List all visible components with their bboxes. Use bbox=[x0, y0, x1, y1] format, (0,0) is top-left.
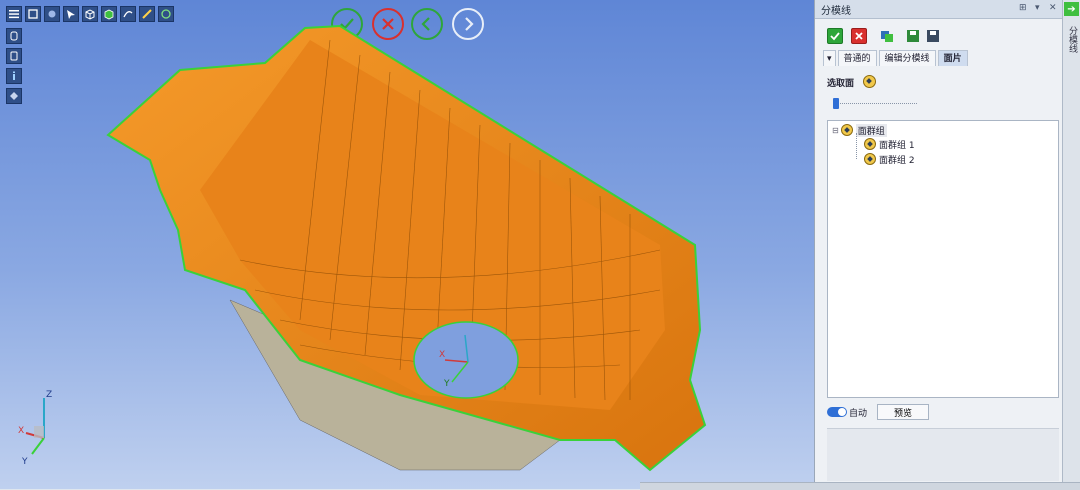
panel-title: 分模线 bbox=[821, 5, 851, 17]
face-group-icon bbox=[864, 138, 876, 150]
face-group-tree[interactable]: ⊟ 面群组 面群组 1 面群组 2 bbox=[827, 120, 1059, 398]
tab-normal[interactable]: 普通的 bbox=[837, 50, 877, 66]
auto-label: 自动 bbox=[849, 409, 868, 419]
dropdown-icon[interactable]: ▾ bbox=[1035, 3, 1040, 13]
close-icon[interactable]: ✕ bbox=[1049, 3, 1057, 13]
swap-icon[interactable] bbox=[879, 28, 895, 44]
sidebar-tab-parting-line[interactable]: 分模线 bbox=[1067, 26, 1077, 53]
triad-z-label: Z bbox=[46, 390, 53, 400]
tab-patch[interactable]: 面片 bbox=[937, 50, 968, 66]
panel-footer-area bbox=[827, 428, 1059, 481]
tree-root[interactable]: ⊟ 面群组 bbox=[832, 123, 887, 137]
hole-axis-y-label: Y bbox=[444, 379, 450, 389]
save-green-icon[interactable] bbox=[905, 28, 921, 44]
preview-button[interactable]: 预览 bbox=[877, 404, 929, 420]
arrow-right-icon[interactable]: ➔ bbox=[1064, 2, 1079, 16]
auto-toggle[interactable] bbox=[827, 407, 847, 417]
tab-dropdown-icon[interactable]: ▾ bbox=[823, 50, 836, 66]
collapse-icon[interactable]: ⊟ bbox=[832, 126, 839, 135]
hole-axis-x-label: X bbox=[439, 350, 446, 360]
panel-tabs: ▾ 普通的 编辑分模线 面片 bbox=[823, 50, 970, 66]
face-group-icon bbox=[864, 153, 876, 165]
face-slider[interactable] bbox=[833, 98, 917, 109]
tab-edit-parting-line[interactable]: 编辑分模线 bbox=[878, 50, 936, 66]
close-red-icon[interactable] bbox=[851, 28, 867, 44]
mold-part-model[interactable] bbox=[0, 0, 814, 489]
face-group-icon bbox=[840, 124, 853, 136]
select-face-icon[interactable] bbox=[863, 75, 876, 88]
slider-handle[interactable] bbox=[833, 98, 839, 109]
tree-item[interactable]: 面群组 1 bbox=[864, 137, 915, 151]
pin-icon[interactable]: ⊞ bbox=[1019, 3, 1027, 13]
tree-item-label: 面群组 1 bbox=[879, 140, 915, 151]
check-icon[interactable] bbox=[827, 28, 843, 44]
panel-title-bar: 分模线 ⊞ ▾ ✕ bbox=[815, 0, 1063, 19]
triad-x-label: X bbox=[18, 426, 25, 436]
triad-y-label: Y bbox=[22, 457, 28, 467]
save-icon[interactable] bbox=[925, 28, 941, 44]
tree-root-label: 面群组 bbox=[855, 123, 887, 137]
tree-item[interactable]: 面群组 2 bbox=[864, 152, 915, 166]
3d-viewport[interactable]: X Y Z X Y bbox=[0, 0, 814, 489]
parting-line-panel: 分模线 ⊞ ▾ ✕ ▾ 普通的 编辑分模线 面片 选取面 ⊟ 面群组 面群组 1… bbox=[814, 0, 1063, 489]
tree-item-label: 面群组 2 bbox=[879, 155, 915, 166]
right-sidebar: ➔ 分模线 bbox=[1062, 0, 1080, 489]
select-face-label: 选取面 bbox=[827, 79, 855, 89]
